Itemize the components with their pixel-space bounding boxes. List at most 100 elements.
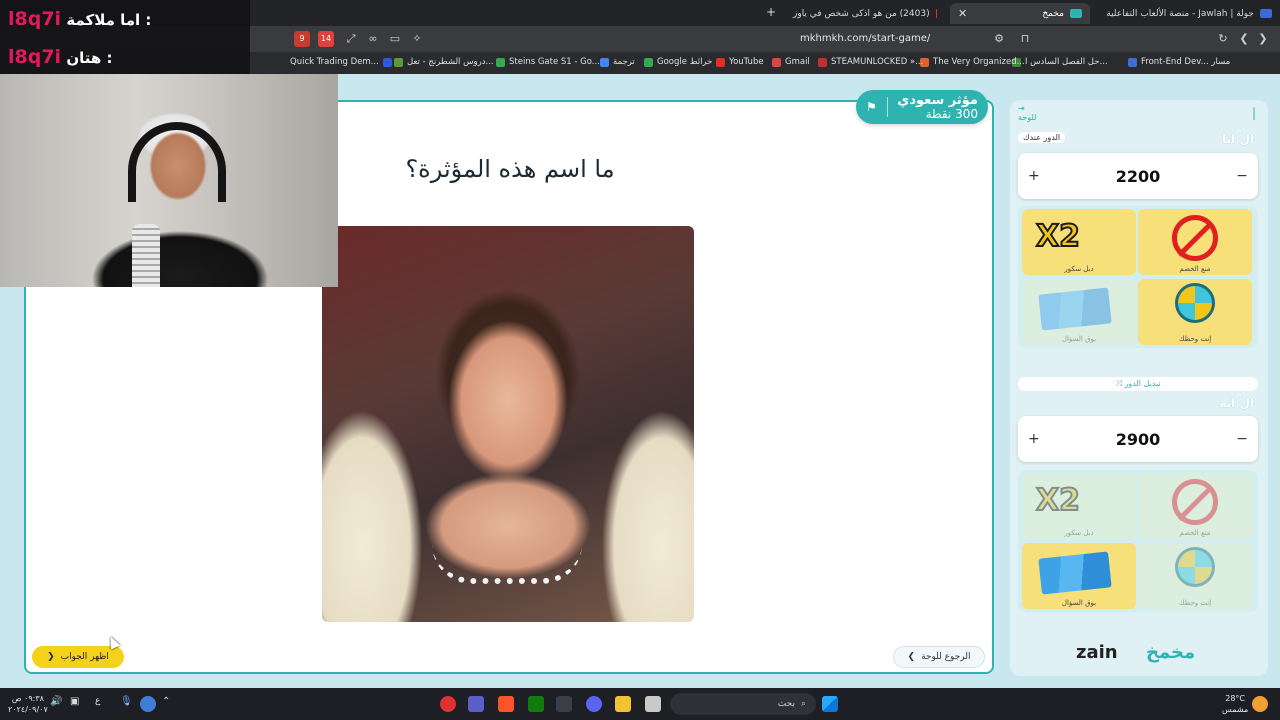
team-1-score: + 2200 − bbox=[1018, 153, 1258, 199]
category-name: مؤثر سعودي bbox=[897, 92, 978, 108]
network-icon[interactable]: ▣ bbox=[70, 696, 86, 712]
back-icon[interactable]: ❯ bbox=[1256, 32, 1270, 46]
team-2-name: ال انه bbox=[1219, 396, 1254, 410]
bookmark-icon[interactable]: ⊓ bbox=[1018, 32, 1032, 46]
bookmark-favicon-icon bbox=[382, 57, 392, 67]
extension-icon[interactable]: ⤢ bbox=[344, 32, 358, 46]
back-to-board-link[interactable]: ⇥ للوحة bbox=[1018, 104, 1036, 122]
youtube-favicon-icon bbox=[935, 9, 937, 18]
chevron-up-icon[interactable]: ⌃ bbox=[162, 696, 178, 712]
swap-turn-button[interactable]: تبديل الدور ⤨ bbox=[1018, 377, 1258, 391]
close-tab-icon[interactable]: ✕ bbox=[958, 7, 967, 20]
block-opponent-tool[interactable]: منع الخصم bbox=[1138, 473, 1252, 539]
weather-widget[interactable]: 28°C مشمس bbox=[1222, 693, 1248, 715]
increment-score-button[interactable]: + bbox=[1028, 168, 1040, 184]
bookmark-item[interactable]: Gmail bbox=[772, 57, 810, 67]
volume-icon[interactable]: 🔊 bbox=[50, 696, 66, 712]
address-bar[interactable]: mkhmkh.com/start-game/ bbox=[800, 33, 930, 44]
bookmark-item[interactable]: YouTube bbox=[716, 57, 764, 67]
cards-icon bbox=[1038, 551, 1112, 595]
extension-icon[interactable]: ∞ bbox=[366, 32, 380, 46]
tab-title: مخمخ bbox=[1042, 8, 1064, 19]
team-1-tools: منع الخصم X2 دبل سكور إنت وحظك بوق السؤا… bbox=[1018, 206, 1258, 348]
x2-icon: X2 bbox=[1035, 218, 1081, 255]
windows-taskbar: ٠٩:٣٨ ص ٢٠٢٤/٠٩/٠٧ 🔊 ▣ ع 🎙 ⌃ ⌕ بحث 28°C … bbox=[0, 688, 1280, 720]
bookmark-item[interactable]: Google خرائط bbox=[644, 57, 712, 67]
windows-start-icon[interactable] bbox=[822, 696, 838, 712]
exit-icon: ⇥ bbox=[1018, 104, 1025, 113]
category-pill: ⚑ مؤثر سعودي 300 نقطة bbox=[856, 90, 988, 124]
decrement-score-button[interactable]: − bbox=[1236, 431, 1248, 447]
overlay-line-1: l8q7i اما ملاكمة : bbox=[8, 8, 152, 30]
question-points: 300 نقطة bbox=[925, 106, 978, 121]
teams-icon[interactable] bbox=[468, 696, 484, 712]
block-opponent-tool[interactable]: منع الخصم bbox=[1138, 209, 1252, 275]
double-score-tool[interactable]: X2 دبل سكور bbox=[1022, 209, 1136, 275]
team-1-name: ال انا bbox=[1222, 132, 1254, 146]
bookmark-item[interactable]: حل الفصل السادس ا... bbox=[1012, 57, 1108, 67]
app-icon[interactable] bbox=[645, 696, 661, 712]
bookmark-favicon-icon bbox=[1128, 57, 1137, 67]
x2-icon: X2 bbox=[1035, 482, 1081, 519]
zain-logo: zain bbox=[1076, 642, 1118, 663]
tab-mkhmkh[interactable]: مخمخ ✕ bbox=[950, 3, 1090, 24]
tab-title: جولة | Jawlah - منصة الألعاب التفاعلية bbox=[1106, 8, 1254, 19]
panel-toggle-icon[interactable]: | bbox=[1252, 106, 1256, 120]
team-2-score: + 2900 − bbox=[1018, 416, 1258, 462]
store-icon[interactable] bbox=[556, 696, 572, 712]
extension-icon[interactable]: ▭ bbox=[388, 32, 402, 46]
luck-wheel-tool[interactable]: إنت وحظك bbox=[1138, 543, 1252, 609]
gmail-icon bbox=[772, 57, 781, 67]
forward-icon[interactable]: ❮ bbox=[1237, 32, 1251, 46]
taskbar-search[interactable]: ⌕ بحث bbox=[670, 693, 816, 715]
back-to-board-button[interactable]: الرجوع للوحة ❯ bbox=[893, 646, 985, 668]
obs-icon[interactable] bbox=[440, 696, 456, 712]
maps-icon bbox=[644, 57, 653, 67]
system-clock[interactable]: ٠٩:٣٨ ص ٢٠٢٤/٠٩/٠٧ bbox=[8, 693, 48, 715]
brave-shield-badge[interactable]: 14 bbox=[318, 31, 334, 47]
bookmark-item[interactable]: دروس الشطرنج - تعل... bbox=[394, 57, 494, 67]
brave-icon[interactable] bbox=[498, 696, 514, 712]
chevron-left-icon: ❮ bbox=[47, 652, 55, 662]
site-settings-icon[interactable]: ⚙ bbox=[992, 32, 1006, 46]
question-horn-tool[interactable]: بوق السؤال bbox=[1022, 279, 1136, 345]
bookmark-item[interactable]: Front-End Dev... مسار bbox=[1128, 57, 1230, 67]
overlay-line-2: l8q7i هتان : bbox=[8, 46, 113, 68]
folder-icon[interactable] bbox=[615, 696, 631, 712]
report-flag-icon[interactable]: ⚑ bbox=[866, 100, 877, 114]
decrement-score-button[interactable]: − bbox=[1236, 168, 1248, 184]
xbox-icon[interactable] bbox=[528, 696, 544, 712]
site-favicon-icon bbox=[1070, 9, 1082, 18]
increment-score-button[interactable]: + bbox=[1028, 431, 1040, 447]
swap-icon: ⤨ bbox=[1115, 379, 1122, 388]
question-horn-tool[interactable]: بوق السؤال bbox=[1022, 543, 1136, 609]
wheel-icon bbox=[1175, 283, 1215, 323]
divider bbox=[886, 97, 888, 117]
youtube-icon bbox=[716, 57, 725, 67]
bookmark-item[interactable]: Quick Trading Dem... bbox=[290, 57, 392, 67]
tab-jawlah[interactable]: جولة | Jawlah - منصة الألعاب التفاعلية bbox=[1090, 3, 1280, 24]
headphones-detail bbox=[128, 122, 226, 202]
question-image bbox=[322, 226, 694, 622]
bookmark-favicon-icon bbox=[818, 57, 827, 67]
bookmark-item[interactable]: Steins Gate S1 - Go... bbox=[496, 57, 600, 67]
extension-badge[interactable]: 9 bbox=[294, 31, 310, 47]
reload-icon[interactable]: ↻ bbox=[1216, 32, 1230, 46]
discord-icon[interactable] bbox=[586, 696, 602, 712]
mkhmkh-logo: مخمخ bbox=[1146, 642, 1196, 663]
cards-icon bbox=[1038, 287, 1112, 331]
extension-icon[interactable]: ✧ bbox=[410, 32, 424, 46]
score-value: 2900 bbox=[1115, 429, 1161, 449]
onedrive-icon[interactable] bbox=[140, 696, 156, 712]
language-indicator[interactable]: ع bbox=[95, 696, 111, 712]
bookmark-item[interactable]: STEAMUNLOCKED »... bbox=[818, 57, 923, 67]
tab-youtube[interactable]: (2403) من هو اذكى شخص في ياوز bbox=[785, 3, 945, 24]
luck-wheel-tool[interactable]: إنت وحظك bbox=[1138, 279, 1252, 345]
sun-icon bbox=[1252, 696, 1268, 712]
double-score-tool[interactable]: X2 دبل سكور bbox=[1022, 473, 1136, 539]
microphone-icon[interactable]: 🎙 bbox=[120, 696, 136, 712]
bookmark-item[interactable]: ترجمة bbox=[600, 57, 635, 67]
new-tab-button[interactable]: + bbox=[766, 5, 776, 19]
bookmark-item[interactable]: The Very Organized... bbox=[920, 57, 1025, 67]
drive-icon bbox=[496, 57, 505, 67]
